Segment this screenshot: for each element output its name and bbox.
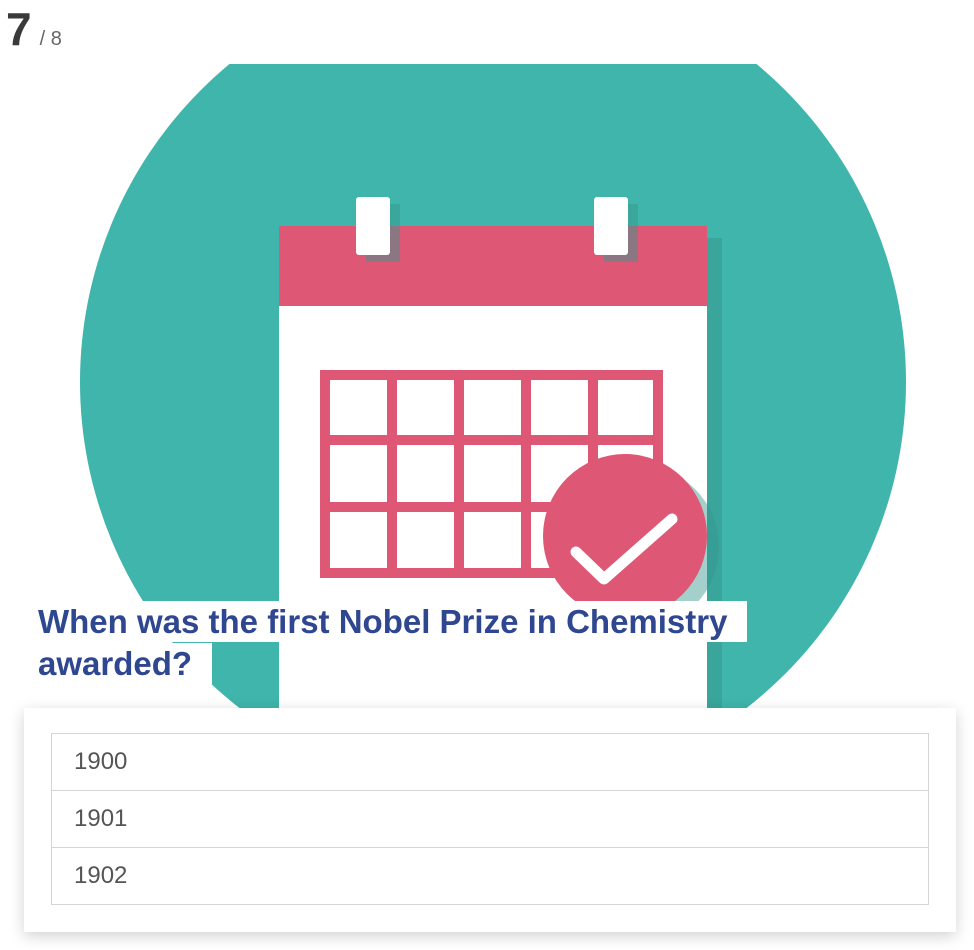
answer-option[interactable]: 1902: [51, 847, 929, 905]
calendar-ring-right: [594, 197, 628, 255]
total-questions: / 8: [39, 28, 62, 50]
answer-list: 1900 1901 1902: [51, 733, 929, 905]
check-badge: [543, 454, 707, 618]
question-counter: 7 / 8: [6, 6, 62, 52]
question-label: When was the first Nobel Prize in Chemis…: [28, 601, 748, 684]
calendar-header: [279, 226, 707, 306]
calendar-ring-left: [356, 197, 390, 255]
current-question-number: 7: [6, 3, 32, 55]
quiz-page: 7 / 8 When was the first Nobel Prize in …: [0, 0, 974, 950]
answers-card: 1900 1901 1902: [24, 708, 956, 932]
question-text: When was the first Nobel Prize in Chemis…: [28, 601, 828, 685]
answer-option[interactable]: 1901: [51, 790, 929, 848]
answer-option[interactable]: 1900: [51, 733, 929, 791]
